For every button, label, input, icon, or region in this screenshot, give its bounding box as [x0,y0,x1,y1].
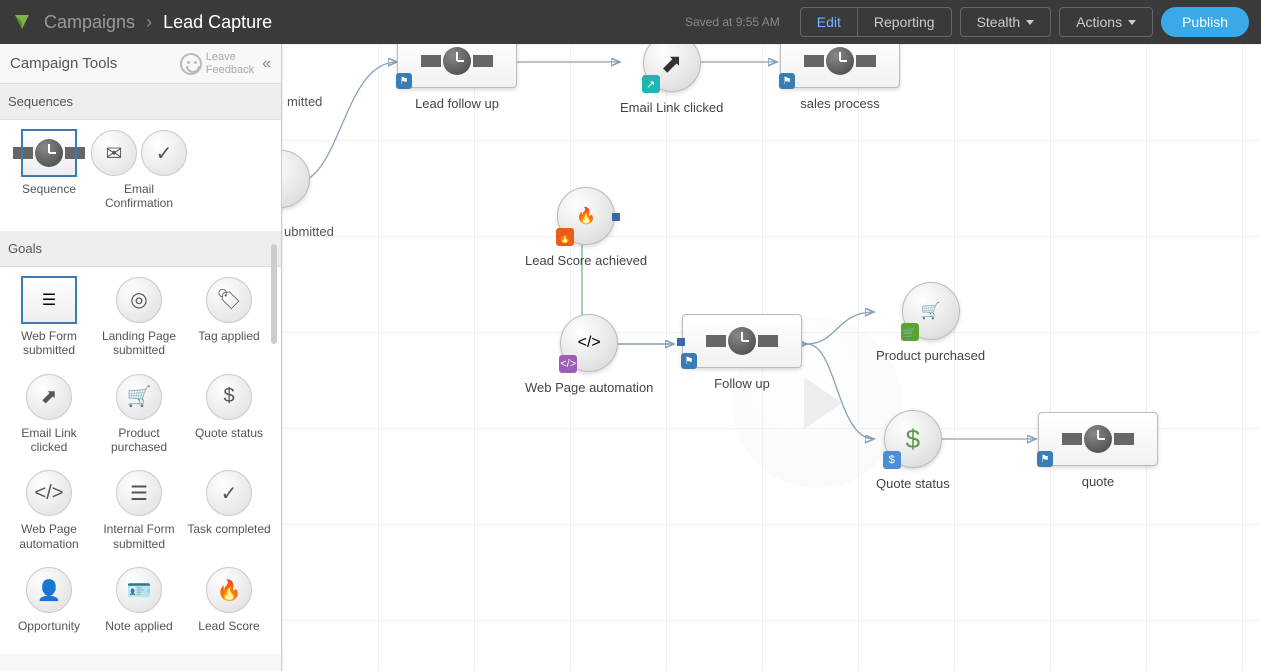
node-quote[interactable]: ⚑ quote [1038,412,1158,489]
sidebar-title: Campaign Tools [10,55,180,72]
leave-feedback-link[interactable]: LeaveFeedback [180,51,254,75]
node-quote-status[interactable]: $$ Quote status [876,410,950,491]
saved-timestamp: Saved at 9:55 AM [685,15,780,29]
view-toggle: Edit Reporting [800,7,952,37]
target-icon: ◎ [116,277,162,323]
email-icon: ✉ [91,130,137,176]
campaign-canvas[interactable]: mitted ubmitted ⚑ Lead follow up ⬈↗ Emai… [282,44,1261,671]
truncated-label-2: ubmitted [284,224,334,239]
flame-icon: 🔥 [206,567,252,613]
flag-icon: ⚑ [396,73,412,89]
node-lead-score-achieved[interactable]: 🔥🔥 Lead Score achieved [525,187,647,268]
node-web-page-automation[interactable]: </></> Web Page automation [525,314,653,395]
node-lead-follow-up[interactable]: ⚑ Lead follow up [397,44,517,111]
tool-opportunity[interactable]: 👤Opportunity [4,567,94,633]
app-logo [12,12,32,32]
tool-product-purchased[interactable]: 🛒Product purchased [94,374,184,455]
cart-icon: 🛒 [116,374,162,420]
tag-icon: 🏷 [206,277,252,323]
flame-icon: 🔥 [556,228,574,246]
collapse-sidebar-icon[interactable]: « [262,55,271,73]
tool-note-applied[interactable]: 🪪Note applied [94,567,184,633]
tool-email-link-clicked[interactable]: ⬈Email Link clicked [4,374,94,455]
stealth-dropdown[interactable]: Stealth [960,7,1052,37]
check-icon: ✓ [206,470,252,516]
dollar-icon: $ [883,451,901,469]
sequence-icon [22,130,76,176]
form-icon: ☰ [116,470,162,516]
node-sales-process[interactable]: ⚑ sales process [780,44,900,111]
breadcrumb-root[interactable]: Campaigns [44,12,135,32]
truncated-label-1: mitted [287,94,322,109]
sidebar: Campaign Tools LeaveFeedback « Sequences… [0,44,282,671]
sequences-tools: Sequence ✉ ✓ Email Confirmation [0,120,281,231]
goals-tools: ☰Web Form submitted ◎Landing Page submit… [0,267,281,654]
reporting-tab[interactable]: Reporting [858,8,951,36]
node-email-link-clicked[interactable]: ⬈↗ Email Link clicked [620,44,723,115]
tool-tag-applied[interactable]: 🏷Tag applied [184,277,274,358]
tool-sequence[interactable]: Sequence [4,130,94,211]
tool-landing-page[interactable]: ◎Landing Page submitted [94,277,184,358]
chevron-down-icon [1026,20,1034,25]
code-icon: </> [559,355,577,373]
cart-icon: 🛒 [901,323,919,341]
breadcrumb-current: Lead Capture [163,12,272,32]
tool-quote-status[interactable]: $Quote status [184,374,274,455]
publish-button[interactable]: Publish [1161,7,1249,37]
tool-internal-form[interactable]: ☰Internal Form submitted [94,470,184,551]
node-follow-up[interactable]: ⚑ Follow up [682,314,802,391]
sidebar-scrollbar[interactable] [271,104,279,671]
breadcrumb: Campaigns › Lead Capture [44,12,272,33]
dollar-icon: $ [206,374,252,420]
tool-task-completed[interactable]: ✓Task completed [184,470,274,551]
cursor-icon: ↗ [642,75,660,93]
flag-icon: ⚑ [1037,451,1053,467]
code-icon: </> [26,470,72,516]
flag-icon: ⚑ [681,353,697,369]
person-icon: 👤 [26,567,72,613]
edit-tab[interactable]: Edit [801,8,858,36]
section-goals-title: Goals [0,231,281,267]
badge-icon: 🪪 [116,567,162,613]
section-sequences-title: Sequences [0,84,281,120]
tool-web-form[interactable]: ☰Web Form submitted [4,277,94,358]
actions-dropdown[interactable]: Actions [1059,7,1153,37]
check-icon: ✓ [141,130,187,176]
node-product-purchased[interactable]: 🛒🛒 Product purchased [876,282,985,363]
tool-lead-score[interactable]: 🔥Lead Score [184,567,274,633]
smiley-icon [180,53,202,75]
chevron-right-icon: › [146,12,152,32]
cursor-icon: ⬈ [26,374,72,420]
top-bar: Campaigns › Lead Capture Saved at 9:55 A… [0,0,1261,44]
sidebar-header: Campaign Tools LeaveFeedback « [0,44,281,84]
form-icon: ☰ [22,277,76,323]
tool-web-page-automation[interactable]: </>Web Page automation [4,470,94,551]
chevron-down-icon [1128,20,1136,25]
tool-email-confirmation[interactable]: ✉ ✓ Email Confirmation [94,130,184,211]
flag-icon: ⚑ [779,73,795,89]
